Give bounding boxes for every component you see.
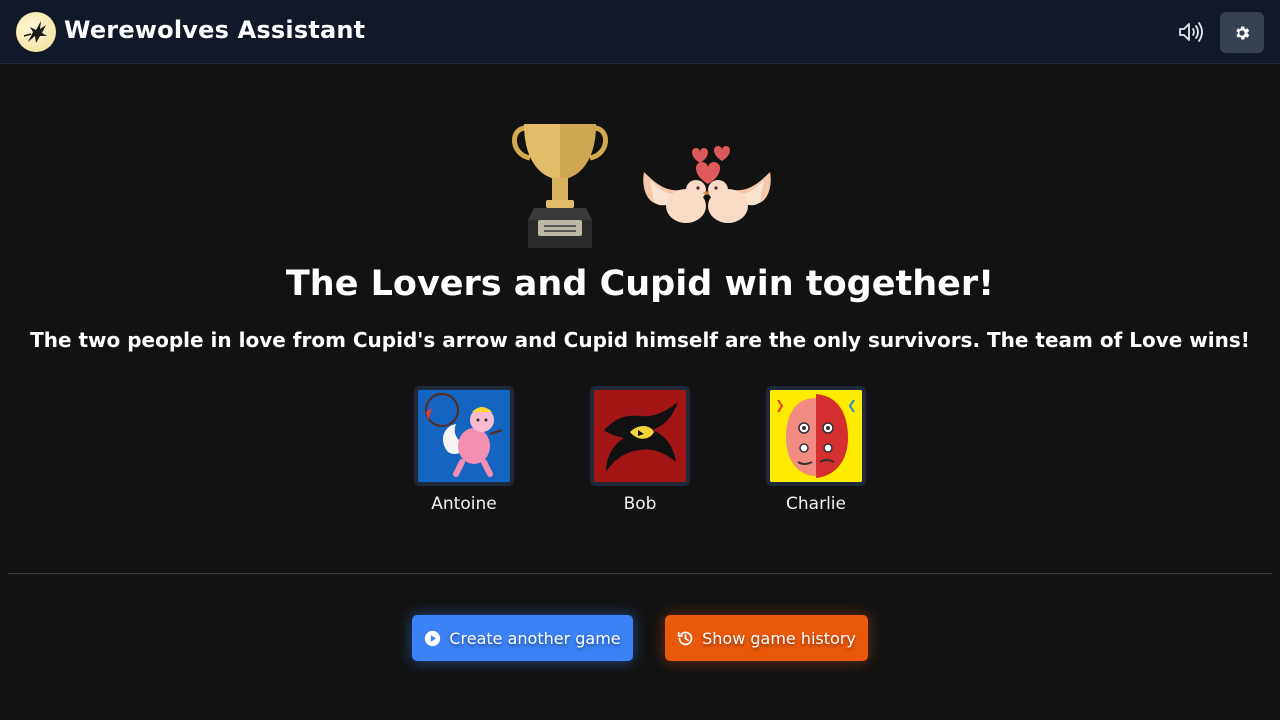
show-game-history-button[interactable]: Show game history [665, 615, 868, 661]
victory-headline: The Lovers and Cupid win together! [285, 264, 995, 304]
player-card[interactable]: Charlie [766, 386, 866, 514]
player-card[interactable]: Antoine [414, 386, 514, 514]
werewolf-icon [590, 386, 690, 486]
love-birds-icon [643, 146, 771, 223]
app-title: Werewolves Assistant [64, 16, 366, 44]
gear-icon [1236, 25, 1250, 40]
player-name: Charlie [786, 494, 846, 514]
create-another-game-button[interactable]: Create another game [412, 615, 633, 661]
app-logo[interactable] [16, 12, 56, 52]
history-label: Show game history [702, 628, 856, 648]
player-name: Bob [623, 494, 657, 514]
two-faced-icon [766, 386, 866, 486]
play-circle-icon [425, 630, 441, 646]
sound-toggle-button[interactable] [1172, 14, 1210, 50]
app-header: Werewolves Assistant [0, 0, 1280, 64]
volume-icon [1179, 22, 1203, 42]
settings-button[interactable] [1220, 12, 1264, 53]
section-divider [8, 573, 1272, 574]
create-game-label: Create another game [449, 628, 621, 648]
player-card[interactable]: Bob [590, 386, 690, 514]
history-icon [677, 631, 693, 645]
cupid-icon [414, 386, 514, 486]
trophy-icon [512, 124, 608, 248]
player-name: Antoine [431, 494, 497, 514]
victory-description: The two people in love from Cupid's arro… [30, 328, 1250, 352]
